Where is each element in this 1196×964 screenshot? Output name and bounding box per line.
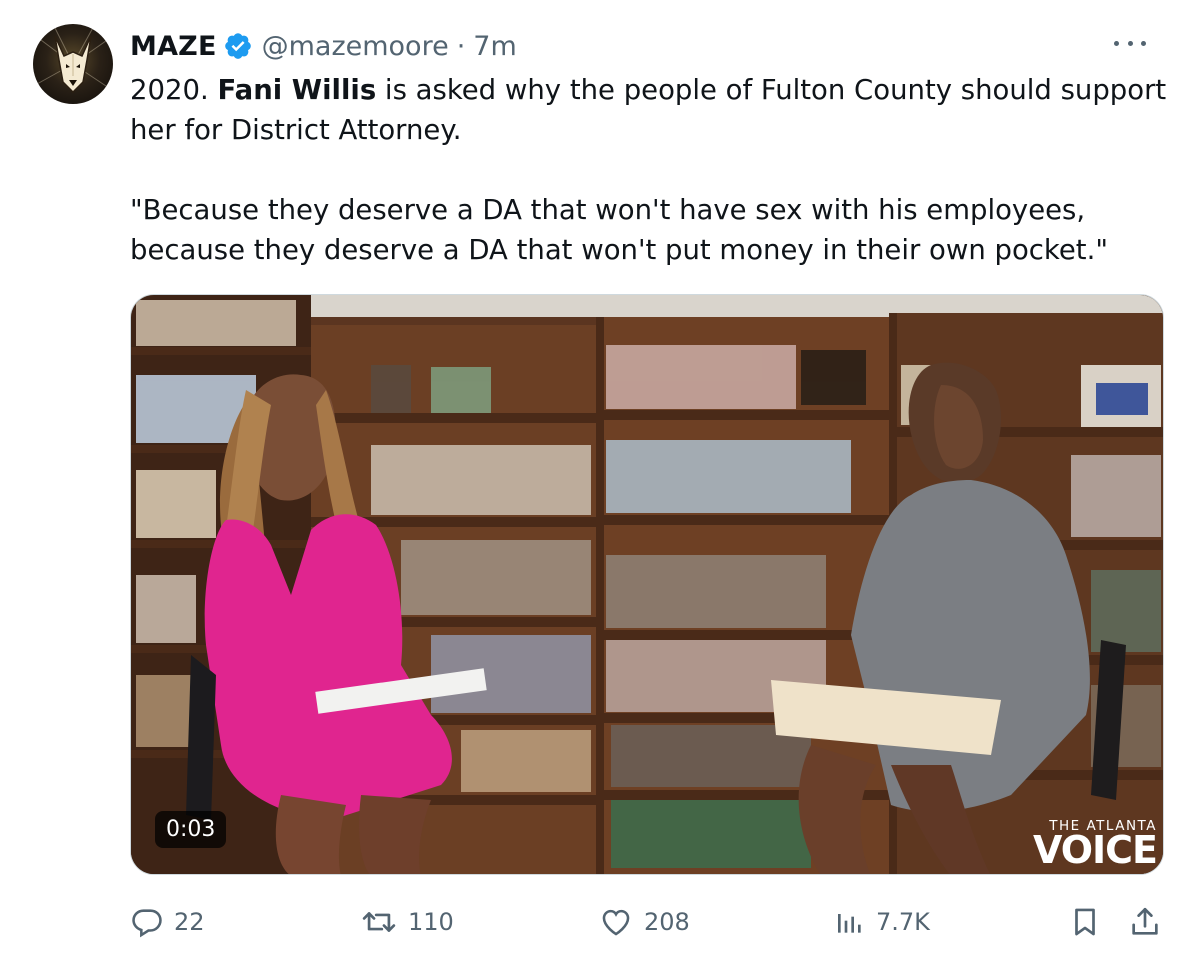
like-button[interactable]: 208: [598, 900, 690, 944]
tweet-header: MAZE @mazemoore · 7m: [130, 28, 517, 64]
video-player[interactable]: 0:03 THE ATLANTA VOICE: [130, 294, 1164, 875]
doberman-avatar-icon: [33, 24, 113, 94]
author-handle[interactable]: @mazemoore: [262, 31, 449, 62]
author-avatar[interactable]: [33, 24, 113, 104]
timestamp[interactable]: 7m: [473, 31, 516, 62]
video-duration: 0:03: [155, 811, 227, 848]
video-frame: [131, 295, 1163, 874]
verified-badge-icon[interactable]: [223, 31, 253, 61]
repost-icon: [362, 912, 396, 932]
action-bar: 22 110 208 7.7K: [130, 900, 1170, 944]
views-button[interactable]: 7.7K: [834, 900, 930, 944]
tweet-text: 2020. Fani Willis is asked why the peopl…: [130, 70, 1170, 270]
like-count: 208: [644, 908, 690, 936]
separator-dot: ·: [456, 30, 466, 62]
reply-count: 22: [174, 908, 205, 936]
tweet-paragraph-1: 2020. Fani Willis is asked why the peopl…: [130, 74, 1167, 146]
like-icon: [602, 909, 630, 936]
repost-button[interactable]: 110: [360, 900, 454, 944]
watermark-line-2: VOICE: [1032, 828, 1158, 872]
more-icon[interactable]: [1114, 36, 1146, 50]
share-icon: [1132, 907, 1158, 935]
bookmark-icon: [1075, 908, 1095, 936]
reply-icon: [132, 909, 162, 938]
tweet-paragraph-2: "Because they deserve a DA that won't ha…: [130, 194, 1108, 266]
repost-count: 110: [408, 908, 454, 936]
watermark-logo: THE ATLANTA VOICE: [1032, 818, 1158, 872]
reply-button[interactable]: 22: [130, 900, 205, 944]
views-count: 7.7K: [876, 908, 930, 936]
share-button[interactable]: [1128, 900, 1172, 944]
bookmark-button[interactable]: [1068, 900, 1112, 944]
mention-bold: Fani Willis: [217, 74, 377, 106]
views-icon: [838, 914, 861, 933]
author-name[interactable]: MAZE: [130, 31, 217, 62]
